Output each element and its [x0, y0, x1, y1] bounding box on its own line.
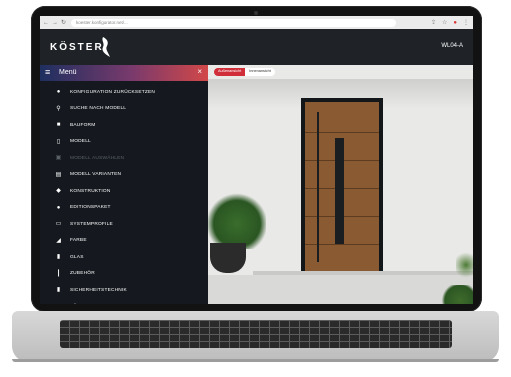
floor	[208, 275, 473, 304]
menu-item-icon: ▤	[55, 171, 62, 178]
menu-item[interactable]: ▮ SICHERHEITSTECHNIK	[40, 282, 208, 299]
menu-item-icon: ┃	[56, 270, 61, 277]
menu-item[interactable]: ▯ MODELL	[40, 134, 208, 151]
menu-item[interactable]: ▮ GLAS	[40, 249, 208, 266]
menu-item-label: GLAS	[70, 254, 84, 260]
menu-item[interactable]: ▭ SYSTEMPROFILE	[40, 216, 208, 233]
brand-mark-icon	[102, 37, 110, 57]
model-code: WL04-A	[441, 43, 463, 49]
extension-icon[interactable]: ●	[453, 20, 457, 26]
forward-icon[interactable]: →	[52, 20, 58, 26]
menu-item-label: BAUFORM	[70, 122, 96, 128]
brand-logo[interactable]: KÖSTER	[50, 42, 104, 53]
menu-item[interactable]: ▲TÜR INS HAUS EINSETZEN	[40, 299, 208, 305]
menu-item-icon: ▮	[56, 254, 61, 261]
menu-item-label: ZUBEHÖR	[70, 271, 95, 277]
back-icon[interactable]: ←	[43, 20, 49, 26]
menu-item-icon: ▮	[56, 287, 61, 294]
menu-item[interactable]: ◢ FARBE	[40, 233, 208, 250]
menu-item-label: EDITIONSPAKET	[70, 205, 111, 211]
view-toggle-outside[interactable]: Außenansicht	[214, 68, 246, 76]
menu-item-label: KONFIGURATION ZURÜCKSETZEN	[70, 89, 156, 95]
browser-toolbar: ← → ↻ koester.konfigurator.net/... ⇪ ☆ ●…	[40, 16, 473, 29]
menu-item[interactable]: ■ BAUFORM	[40, 117, 208, 134]
menu-item-icon: ▯	[56, 138, 61, 145]
keyboard	[60, 320, 452, 348]
menu-item-icon: ▣	[55, 155, 62, 162]
plant	[208, 193, 266, 249]
menu-item[interactable]: ● EDITIONSPAKET	[40, 200, 208, 217]
menu-item-label: MODELL VARIANTEN	[70, 172, 122, 178]
menu-item-label: FARBE	[70, 238, 87, 244]
side-menu: ≡ Menü × ● KONFIGURATION ZURÜCKSETZEN ⚲ SUC…	[40, 65, 208, 304]
door	[305, 102, 379, 271]
menu-item[interactable]: ⚲ SUCHE NACH MODELL	[40, 101, 208, 118]
menu-title: Menü	[59, 69, 77, 76]
door-preview: Außenansicht Innenansicht	[208, 65, 473, 304]
menu-item-icon: ●	[56, 204, 61, 211]
door-handle	[317, 112, 319, 262]
reload-icon[interactable]: ↻	[61, 20, 66, 26]
more-icon[interactable]: ⋮	[463, 20, 469, 26]
laptop-lip	[12, 359, 499, 362]
shrub	[440, 285, 473, 304]
menu-item-icon: ▭	[55, 221, 62, 228]
menu-item-label: SUCHE NACH MODELL	[70, 106, 127, 112]
share-icon[interactable]: ⇪	[431, 20, 436, 26]
shrub	[456, 250, 473, 280]
menu-item-icon: ◆	[56, 188, 61, 195]
laptop-base	[12, 311, 499, 362]
menu-item-icon: ⚲	[56, 105, 61, 112]
hamburger-icon[interactable]: ≡	[45, 68, 50, 77]
menu-item-label: MODELL	[70, 139, 91, 145]
menu-item-label: SICHERHEITSTECHNIK	[70, 287, 127, 293]
view-toggle: Außenansicht Innenansicht	[214, 68, 275, 76]
view-toggle-inside[interactable]: Innenansicht	[245, 68, 275, 76]
menu-item[interactable]: ● KONFIGURATION ZURÜCKSETZEN	[40, 84, 208, 101]
menu-list: ● KONFIGURATION ZURÜCKSETZEN ⚲ SUCHE NACH M…	[40, 84, 208, 304]
address-bar[interactable]: koester.konfigurator.net/...	[71, 18, 397, 27]
screen: ← → ↻ koester.konfigurator.net/... ⇪ ☆ ●…	[40, 16, 473, 304]
menu-item[interactable]: ┃ ZUBEHÖR	[40, 266, 208, 283]
menu-item-label: SYSTEMPROFILE	[70, 221, 113, 227]
laptop-lid: ← → ↻ koester.konfigurator.net/... ⇪ ☆ ●…	[31, 6, 482, 312]
menu-item-icon: ◢	[56, 237, 61, 244]
menu-item-icon: ■	[56, 122, 61, 129]
menu-item-label: KONSTRUKTION	[70, 188, 111, 194]
menu-item[interactable]: ◆ KONSTRUKTION	[40, 183, 208, 200]
menu-item-label: MODELL AUSWÄHLEN	[70, 155, 125, 161]
plant-pot	[210, 243, 246, 273]
door-glass	[335, 138, 344, 244]
webcam	[254, 11, 258, 15]
bookmark-icon[interactable]: ☆	[442, 20, 447, 26]
app-header: KÖSTER WL04-A	[40, 29, 473, 65]
menu-header: ≡ Menü ×	[40, 65, 208, 81]
close-icon[interactable]: ×	[197, 68, 202, 76]
menu-item: ▣ MODELL AUSWÄHLEN	[40, 150, 208, 167]
menu-item-icon: ●	[56, 89, 61, 96]
menu-item[interactable]: ▤ MODELL VARIANTEN	[40, 167, 208, 184]
